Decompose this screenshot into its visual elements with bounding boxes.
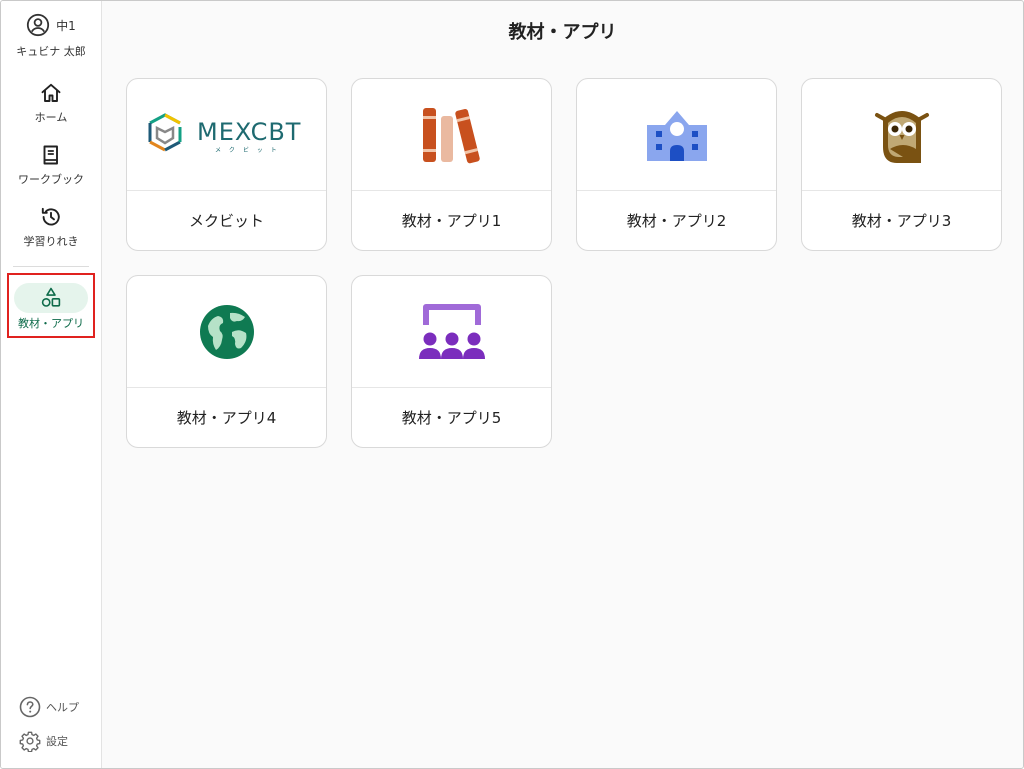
app-card-4[interactable]: 教材・アプリ4 [126,275,327,448]
sidebar-item-workbook[interactable]: ワークブック [1,139,101,201]
globe-icon [199,304,254,359]
card-icon-area [352,276,551,388]
school-icon [646,110,707,161]
sidebar-divider [13,266,89,267]
sidebar-item-label: 学習りれき [23,235,79,248]
sidebar-item-label: 教材・アプリ [18,317,84,330]
app-card-mexcbt[interactable]: MEXCBT メ ク ビ ッ ト メクビット [126,78,327,251]
app-card-2[interactable]: 教材・アプリ2 [576,78,777,251]
mexcbt-logo-text: MEXCBT [197,118,301,146]
card-icon-area: MEXCBT メ ク ビ ッ ト [127,79,326,191]
sidebar-item-label: ワークブック [18,173,84,186]
mexcbt-logo: MEXCBT メ ク ビ ッ ト [148,112,301,154]
card-icon-area [802,79,1001,191]
card-label: 教材・アプリ5 [401,409,502,427]
active-indicator [14,283,88,313]
app-grid: MEXCBT メ ク ビ ッ ト メクビット 教材・アプリ1 教材・アプリ2 教… [126,78,1002,448]
card-label: 教材・アプリ3 [851,212,952,230]
help-link[interactable]: ヘルプ [19,696,79,718]
history-icon [41,207,60,226]
card-label: 教材・アプリ4 [176,409,277,427]
card-label: 教材・アプリ2 [626,212,727,230]
gear-icon [19,731,41,752]
main-content: 教材・アプリ MEXCBT メ ク ビ ッ ト メクビット 教材・アプリ1 教材… [102,1,1023,768]
sidebar-nav: ホーム ワークブック 学習りれき 教材・アプリ [1,77,101,338]
card-icon-area [577,79,776,191]
help-label: ヘルプ [46,701,79,714]
home-icon [41,83,61,102]
sidebar-footer: ヘルプ 設定 [19,696,79,752]
app-card-3[interactable]: 教材・アプリ3 [801,78,1002,251]
sidebar-item-label: ホーム [34,111,68,124]
app-frame: 中1 キュビナ 太郎 ホーム ワークブック 学習りれき 教材・アプリ ヘルプ 設… [0,0,1024,769]
card-label: メクビット [188,212,264,230]
help-icon [19,696,41,718]
user-avatar-icon [27,13,50,37]
shapes-icon [41,287,61,307]
classroom-icon [418,303,485,359]
app-card-1[interactable]: 教材・アプリ1 [351,78,552,251]
books-icon [422,107,480,163]
settings-link[interactable]: 設定 [19,730,79,752]
mexcbt-logo-subtext: メ ク ビ ッ ト [215,146,280,154]
book-icon [43,145,58,165]
user-grade: 中1 [56,18,76,33]
app-card-5[interactable]: 教材・アプリ5 [351,275,552,448]
sidebar-item-home[interactable]: ホーム [1,77,101,139]
sidebar: 中1 キュビナ 太郎 ホーム ワークブック 学習りれき 教材・アプリ ヘルプ 設… [1,1,102,768]
owl-icon [874,110,929,163]
user-profile[interactable]: 中1 キュビナ 太郎 [16,13,86,59]
settings-label: 設定 [46,735,68,748]
page-title: 教材・アプリ [508,22,617,43]
sidebar-item-history[interactable]: 学習りれき [1,201,101,263]
sidebar-item-materials[interactable]: 教材・アプリ [7,273,95,338]
card-icon-area [127,276,326,388]
user-name: キュビナ 太郎 [16,45,86,58]
card-label: 教材・アプリ1 [401,212,502,230]
card-icon-area [352,79,551,191]
